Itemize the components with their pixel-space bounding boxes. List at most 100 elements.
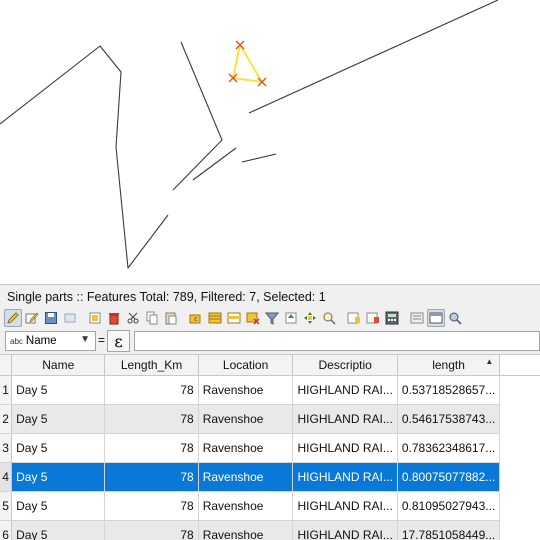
cell-descriptio[interactable]: HIGHLAND RAI... [293, 521, 397, 540]
cell-location[interactable]: Ravenshoe [198, 463, 293, 492]
new-field-icon [347, 311, 361, 325]
attribute-table[interactable]: Name Length_Km Location Descriptio lengt… [0, 354, 540, 540]
cell-name[interactable]: Day 5 [12, 521, 105, 540]
actions-icon [448, 311, 462, 325]
delete-feature-button[interactable] [105, 309, 123, 327]
select-all-button[interactable] [206, 309, 224, 327]
zoom-to-selected-button[interactable] [320, 309, 338, 327]
row-number[interactable]: 5 [0, 492, 12, 521]
cell-name[interactable]: Day 5 [12, 405, 105, 434]
line-feature[interactable] [173, 42, 222, 190]
column-header-length[interactable]: length ▲ [397, 355, 499, 376]
cell-descriptio[interactable]: HIGHLAND RAI... [293, 376, 397, 405]
row-filler [500, 405, 540, 434]
cell-descriptio[interactable]: HIGHLAND RAI... [293, 434, 397, 463]
cell-name[interactable]: Day 5 [12, 434, 105, 463]
map-features[interactable] [0, 0, 540, 284]
chevron-down-icon: ▼ [80, 334, 90, 345]
selected-feature-highlight[interactable] [233, 45, 262, 82]
cell-length[interactable]: 0.54617538743... [397, 405, 499, 434]
cell-location[interactable]: Ravenshoe [198, 405, 293, 434]
cell-location[interactable]: Ravenshoe [198, 376, 293, 405]
pan-to-selected-button[interactable] [301, 309, 319, 327]
row-number[interactable]: 6 [0, 521, 12, 540]
cut-icon [126, 311, 140, 325]
column-header-length-km[interactable]: Length_Km [105, 355, 198, 376]
cell-length-km[interactable]: 78 [105, 463, 198, 492]
expression-button[interactable]: ε [107, 330, 130, 352]
cell-length-km[interactable]: 78 [105, 376, 198, 405]
filter-selected-icon [265, 311, 279, 325]
row-filler [500, 434, 540, 463]
cell-length[interactable]: 0.78362348617... [397, 434, 499, 463]
line-feature[interactable] [249, 0, 498, 113]
move-selection-to-top-button[interactable] [282, 309, 300, 327]
cell-length[interactable]: 0.80075077882... [397, 463, 499, 492]
zoom-to-selected-icon [322, 311, 336, 325]
expression-select-icon: ε [189, 311, 203, 325]
field-selector-combo[interactable]: abc Name ▼ [5, 331, 96, 351]
line-feature[interactable] [242, 154, 276, 162]
map-canvas[interactable] [0, 0, 540, 285]
reload-button[interactable] [61, 309, 79, 327]
table-row[interactable]: 3 Day 5 78 Ravenshoe HIGHLAND RAI... 0.7… [0, 434, 540, 463]
delete-field-button[interactable] [364, 309, 382, 327]
invert-selection-button[interactable] [225, 309, 243, 327]
cell-length[interactable]: 0.81095027943... [397, 492, 499, 521]
save-edits-button[interactable] [42, 309, 60, 327]
toggle-editing-button[interactable] [4, 309, 22, 327]
cell-length[interactable]: 0.53718528657... [397, 376, 499, 405]
table-row[interactable]: 6 Day 5 78 Ravenshoe HIGHLAND RAI... 17.… [0, 521, 540, 540]
table-row[interactable]: 1 Day 5 78 Ravenshoe HIGHLAND RAI... 0.5… [0, 376, 540, 405]
cut-button[interactable] [124, 309, 142, 327]
row-number[interactable]: 3 [0, 434, 12, 463]
actions-button[interactable] [446, 309, 464, 327]
filter-value-input[interactable] [134, 331, 540, 351]
line-feature[interactable] [0, 46, 168, 268]
add-feature-button[interactable] [86, 309, 104, 327]
conditional-formatting-button[interactable] [408, 309, 426, 327]
paste-button[interactable] [162, 309, 180, 327]
cell-location[interactable]: Ravenshoe [198, 521, 293, 540]
cell-length[interactable]: 17.7851058449... [397, 521, 499, 540]
cell-descriptio[interactable]: HIGHLAND RAI... [293, 492, 397, 521]
field-calculator-icon [385, 311, 399, 325]
cell-length-km[interactable]: 78 [105, 405, 198, 434]
cell-name[interactable]: Day 5 [12, 492, 105, 521]
svg-text:ε: ε [194, 315, 198, 323]
table-row[interactable]: 5 Day 5 78 Ravenshoe HIGHLAND RAI... 0.8… [0, 492, 540, 521]
deselect-all-button[interactable] [244, 309, 262, 327]
copy-button[interactable] [143, 309, 161, 327]
row-number[interactable]: 1 [0, 376, 12, 405]
toggle-editing-icon [6, 311, 20, 325]
select-by-expression-button[interactable]: ε [187, 309, 205, 327]
table-corner[interactable] [0, 355, 12, 376]
table-row-selected[interactable]: 4 Day 5 78 Ravenshoe HIGHLAND RAI... 0.8… [0, 463, 540, 492]
filter-selected-button[interactable] [263, 309, 281, 327]
cell-length-km[interactable]: 78 [105, 434, 198, 463]
cell-length-km[interactable]: 78 [105, 521, 198, 540]
line-feature[interactable] [193, 148, 236, 180]
dock-button[interactable] [427, 309, 445, 327]
cell-descriptio[interactable]: HIGHLAND RAI... [293, 463, 397, 492]
table-header-filler [500, 355, 540, 376]
cell-length-km[interactable]: 78 [105, 492, 198, 521]
cell-descriptio[interactable]: HIGHLAND RAI... [293, 405, 397, 434]
new-field-button[interactable] [345, 309, 363, 327]
row-filler [500, 492, 540, 521]
field-calculator-button[interactable] [383, 309, 401, 327]
column-header-descriptio[interactable]: Descriptio [293, 355, 397, 376]
column-header-name[interactable]: Name [12, 355, 105, 376]
row-number[interactable]: 2 [0, 405, 12, 434]
table-row[interactable]: 2 Day 5 78 Ravenshoe HIGHLAND RAI... 0.5… [0, 405, 540, 434]
multi-edit-button[interactable] [23, 309, 41, 327]
row-number[interactable]: 4 [0, 463, 12, 492]
cell-location[interactable]: Ravenshoe [198, 434, 293, 463]
column-header-length-label: length [432, 358, 465, 372]
paste-icon [164, 311, 178, 325]
cell-name[interactable]: Day 5 [12, 376, 105, 405]
cell-name[interactable]: Day 5 [12, 463, 105, 492]
delete-field-icon [366, 311, 380, 325]
cell-location[interactable]: Ravenshoe [198, 492, 293, 521]
column-header-location[interactable]: Location [198, 355, 293, 376]
